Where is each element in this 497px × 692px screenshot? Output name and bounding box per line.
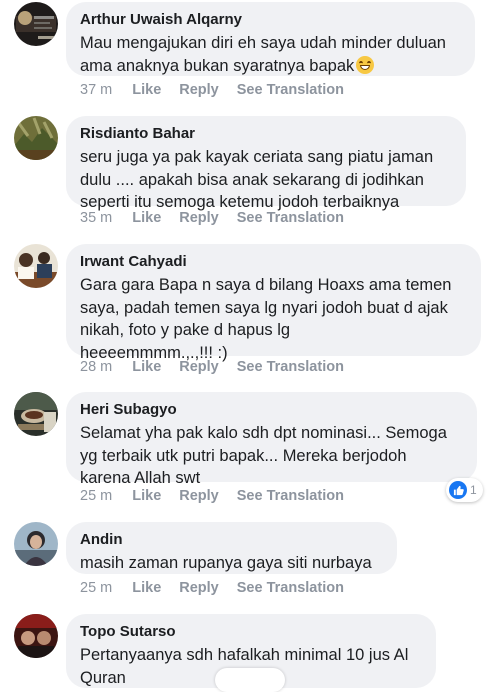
like-button[interactable]: Like: [132, 359, 161, 375]
comment-text: masih zaman rupanya gaya siti nurbaya: [80, 554, 372, 572]
reply-button[interactable]: Reply: [179, 210, 219, 226]
comment-time[interactable]: 25 m: [80, 580, 112, 596]
like-button[interactable]: Like: [132, 82, 161, 98]
avatar[interactable]: [14, 2, 58, 46]
comment-time[interactable]: 35 m: [80, 210, 112, 226]
comment-text: Mau mengajukan diri eh saya udah minder …: [80, 34, 446, 75]
reply-button[interactable]: Reply: [179, 82, 219, 98]
grinning-face-icon: [356, 55, 375, 74]
comment-text: seru juga ya pak kayak ceriata sang piat…: [80, 148, 434, 211]
comment-author[interactable]: Risdianto Bahar: [80, 125, 452, 143]
comment-actions: 28 m Like Reply See Translation: [80, 359, 362, 375]
reply-button[interactable]: Reply: [179, 488, 219, 504]
see-translation-link[interactable]: See Translation: [237, 580, 344, 596]
comment-actions: 35 m Like Reply See Translation: [80, 210, 362, 226]
see-translation-link[interactable]: See Translation: [237, 359, 344, 375]
see-translation-link[interactable]: See Translation: [237, 82, 344, 98]
comment-bubble: Andin masih zaman rupanya gaya siti nurb…: [66, 522, 397, 574]
reply-button[interactable]: Reply: [179, 359, 219, 375]
reaction-count-badge[interactable]: 1: [446, 478, 483, 502]
comment-author[interactable]: Irwant Cahyadi: [80, 253, 467, 271]
comment-actions: 25 m Like Reply See Translation: [80, 580, 362, 596]
reply-button[interactable]: Reply: [179, 580, 219, 596]
comment-author[interactable]: Topo Sutarso: [80, 623, 422, 641]
comment-time[interactable]: 25 m: [80, 488, 112, 504]
comment-actions: 37 m Like Reply See Translation: [80, 82, 362, 98]
avatar[interactable]: [14, 116, 58, 160]
comment-bubble: Arthur Uwaish Alqarny Mau mengajukan dir…: [66, 2, 475, 76]
avatar[interactable]: [14, 522, 58, 566]
like-button[interactable]: Like: [132, 210, 161, 226]
like-button[interactable]: Like: [132, 488, 161, 504]
comment-author[interactable]: Arthur Uwaish Alqarny: [80, 11, 461, 29]
comment-bubble: Heri Subagyo Selamat yha pak kalo sdh dp…: [66, 392, 477, 487]
like-button[interactable]: Like: [132, 580, 161, 596]
avatar[interactable]: [14, 392, 58, 436]
avatar[interactable]: [14, 244, 58, 288]
see-translation-link[interactable]: See Translation: [237, 488, 344, 504]
comment-bubble: Irwant Cahyadi Gara gara Bapa n saya d b…: [66, 244, 481, 362]
comment-text: Gara gara Bapa n saya d bilang Hoaxs ama…: [80, 276, 452, 362]
reaction-count: 1: [470, 483, 477, 497]
comment-author[interactable]: Andin: [80, 531, 383, 549]
new-comments-pill[interactable]: [215, 668, 285, 692]
comment-bubble: Risdianto Bahar seru juga ya pak kayak c…: [66, 116, 466, 211]
comment-actions: 25 m Like Reply See Translation: [80, 488, 362, 504]
comment-time[interactable]: 37 m: [80, 82, 112, 98]
see-translation-link[interactable]: See Translation: [237, 210, 344, 226]
comment-author[interactable]: Heri Subagyo: [80, 401, 463, 419]
comment-text: Selamat yha pak kalo sdh dpt nominasi...…: [80, 424, 447, 487]
comment-time[interactable]: 28 m: [80, 359, 112, 375]
avatar[interactable]: [14, 614, 58, 658]
thumbs-up-icon: [449, 481, 467, 499]
